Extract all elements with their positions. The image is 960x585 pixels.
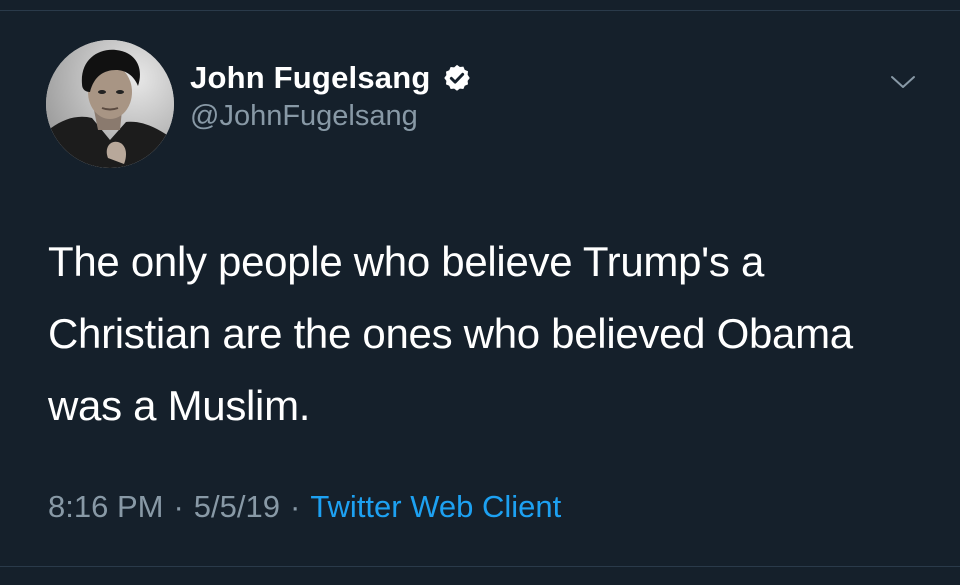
tweet-date[interactable]: 5/5/19 xyxy=(194,489,280,524)
avatar-photo xyxy=(46,40,174,168)
chevron-down-icon[interactable] xyxy=(888,72,918,92)
tweet-source-link[interactable]: Twitter Web Client xyxy=(310,489,561,524)
meta-separator: · xyxy=(289,489,301,524)
author-handle[interactable]: @JohnFugelsang xyxy=(190,100,472,133)
author-display-name[interactable]: John Fugelsang xyxy=(190,60,430,96)
top-divider xyxy=(0,10,960,11)
author-header: John Fugelsang @JohnFugelsang xyxy=(190,58,472,133)
tweet-meta: 8:16 PM · 5/5/19 · Twitter Web Client xyxy=(48,489,561,525)
avatar[interactable] xyxy=(46,40,174,168)
tweet-card: John Fugelsang @JohnFugelsang The only p… xyxy=(0,0,960,585)
bottom-divider xyxy=(0,566,960,567)
tweet-time[interactable]: 8:16 PM xyxy=(48,489,163,524)
tweet-text: The only people who believe Trump's a Ch… xyxy=(48,238,853,429)
name-row: John Fugelsang xyxy=(190,58,472,98)
verified-badge-icon xyxy=(442,63,472,93)
meta-separator: · xyxy=(173,489,184,524)
